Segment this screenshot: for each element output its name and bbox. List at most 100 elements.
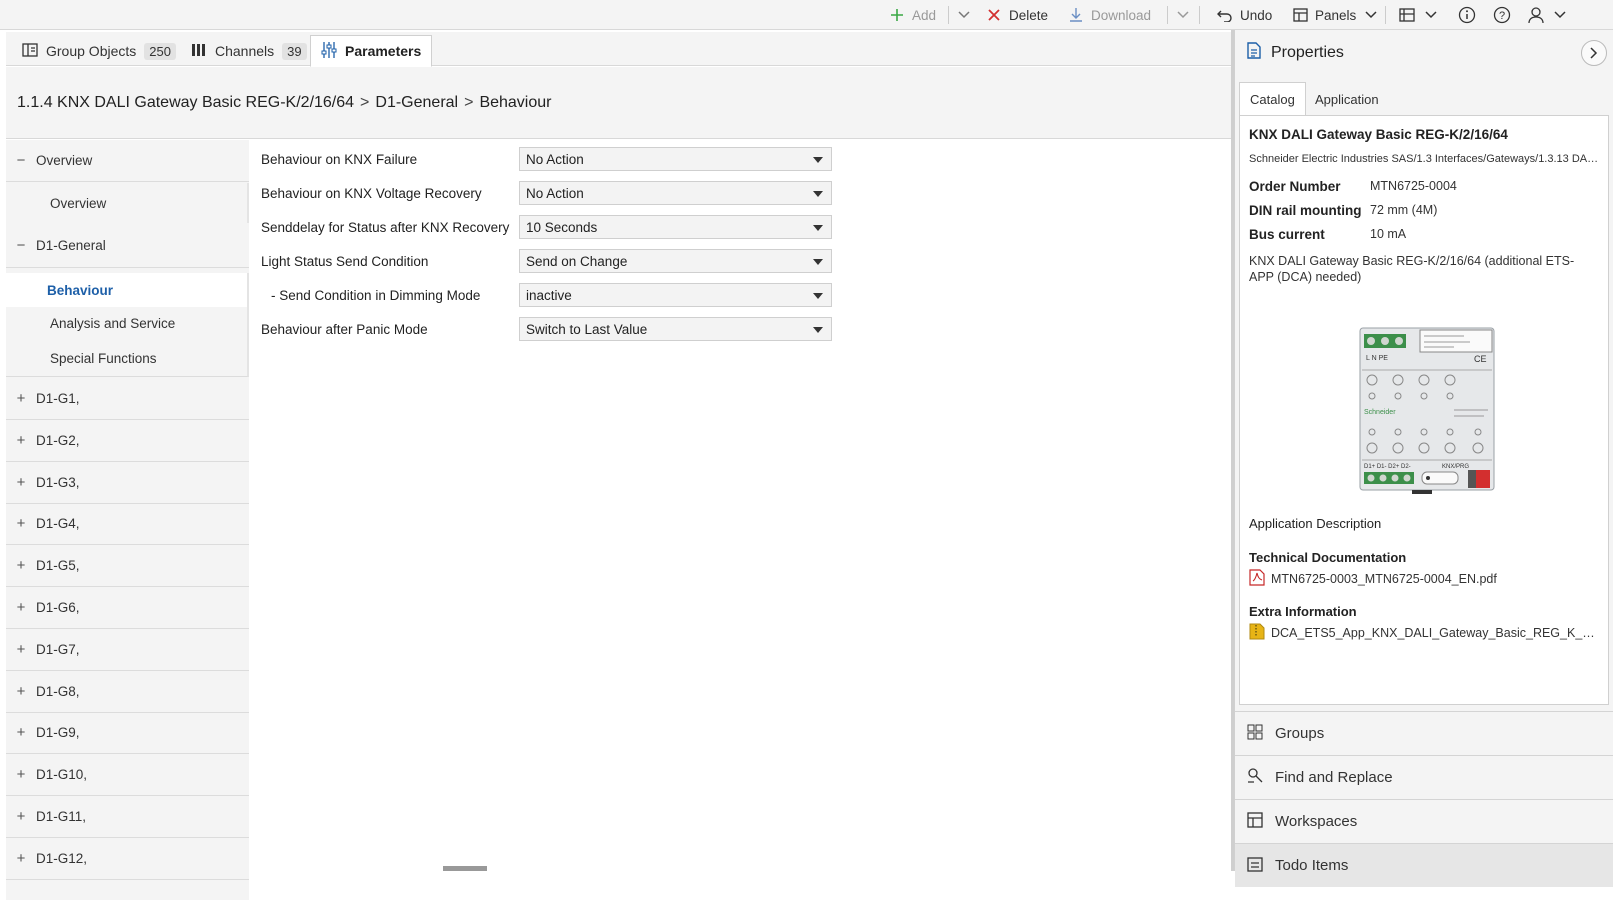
expand-icon[interactable]: + [6, 683, 36, 700]
undo-button[interactable]: Undo [1216, 0, 1272, 30]
tab-group-objects[interactable]: Group Objects 250 [12, 35, 186, 67]
help-icon: ? [1493, 6, 1511, 24]
param-value: inactive [526, 287, 572, 303]
download-dropdown-button[interactable] [1174, 0, 1192, 30]
collapse-icon[interactable]: − [6, 152, 36, 169]
expand-icon[interactable]: + [6, 850, 36, 867]
tree-group-item[interactable]: + D1-G10, [6, 754, 249, 796]
tech-doc-link[interactable]: MTN6725-0003_MTN6725-0004_EN.pdf [1249, 569, 1601, 589]
tree-group-label: D1-G1, [36, 391, 80, 406]
param-row: Senddelay for Status after KNX Recovery … [261, 212, 1161, 242]
product-image: L N PE CE Schneider D1+ D1- D2+ D2- KNX/… [1358, 326, 1496, 496]
tree-group-overview[interactable]: − Overview [6, 140, 249, 182]
panel-workspaces[interactable]: Workspaces [1235, 799, 1613, 843]
order-number-label: Order Number [1249, 179, 1341, 194]
collapse-panel-button[interactable] [1581, 40, 1607, 66]
toolbar-divider [948, 6, 949, 24]
tree-group-item[interactable]: + D1-G2, [6, 420, 249, 462]
expand-icon[interactable]: + [6, 808, 36, 825]
tree-group-label: Overview [36, 153, 93, 168]
chevron-down-icon [955, 6, 973, 24]
tree-group-d1-general[interactable]: − D1-General [6, 224, 249, 268]
info-button[interactable] [1458, 0, 1476, 30]
tree-group-item[interactable]: + D1-G3, [6, 462, 249, 504]
param-label: - Send Condition in Dimming Mode [271, 287, 481, 303]
breadcrumb-separator: > [464, 93, 474, 111]
collapse-icon[interactable]: − [6, 237, 36, 254]
panel-find-replace[interactable]: Find and Replace [1235, 755, 1613, 799]
horizontal-scrollbar[interactable] [443, 866, 487, 871]
svg-text:L N PE: L N PE [1366, 355, 1388, 362]
tech-doc-label: Technical Documentation [1249, 550, 1407, 565]
tab-channels[interactable]: Channels 39 [181, 35, 317, 67]
expand-icon[interactable]: + [6, 515, 36, 532]
tab-label: Group Objects [46, 43, 137, 59]
panel-todo-items[interactable]: Todo Items [1235, 843, 1613, 887]
param-dropdown[interactable]: No Action [519, 181, 832, 205]
tree-group-item[interactable]: + D1-G8, [6, 671, 249, 713]
tree-group-item[interactable]: + D1-G1, [6, 378, 249, 420]
tree-item-special-functions[interactable]: Special Functions [6, 340, 249, 377]
catalog-content: KNX DALI Gateway Basic REG-K/2/16/64 Sch… [1239, 115, 1609, 705]
user-button[interactable] [1527, 0, 1569, 30]
param-dropdown[interactable]: 10 Seconds [519, 215, 832, 239]
param-dropdown[interactable]: inactive [519, 283, 832, 307]
breadcrumb-section[interactable]: D1-General [375, 94, 458, 112]
add-dropdown-button[interactable] [955, 0, 973, 30]
groups-icon [1247, 724, 1263, 744]
tree-group-item[interactable]: + D1-G9, [6, 712, 249, 754]
help-button[interactable]: ? [1493, 0, 1511, 30]
expand-icon[interactable]: + [6, 474, 36, 491]
extra-info-link[interactable]: DCA_ETS5_App_KNX_DALI_Gateway_Basic_REG_… [1249, 623, 1601, 643]
order-number-value: MTN6725-0004 [1370, 179, 1457, 193]
svg-text:KNX/PRG: KNX/PRG [1442, 464, 1469, 470]
tree-group-item[interactable]: + D1-G6, [6, 587, 249, 629]
chevron-down-icon [1362, 6, 1380, 24]
panels-button[interactable]: Panels [1291, 0, 1380, 30]
svg-text:Schneider: Schneider [1364, 409, 1396, 416]
delete-button[interactable]: Delete [985, 0, 1048, 30]
tree-item-label: Analysis and Service [50, 316, 176, 331]
expand-icon[interactable]: + [6, 557, 36, 574]
param-label: Behaviour after Panic Mode [261, 321, 428, 337]
properties-header: Properties [1235, 30, 1613, 76]
tree-group-label: D1-G7, [36, 642, 80, 657]
svg-text:CE: CE [1474, 354, 1487, 364]
tree-group-item[interactable]: + D1-G4, [6, 503, 249, 545]
catalog-path: Schneider Electric Industries SAS/1.3 In… [1249, 153, 1601, 165]
expand-icon[interactable]: + [6, 766, 36, 783]
tree-group-item[interactable]: + D1-G12, [6, 838, 249, 880]
expand-icon[interactable]: + [6, 641, 36, 658]
dropdown-arrow-icon [813, 225, 823, 231]
expand-icon[interactable]: + [6, 432, 36, 449]
expand-icon[interactable]: + [6, 724, 36, 741]
tab-label: Catalog [1250, 91, 1295, 107]
group-objects-icon [22, 42, 38, 61]
tree-item-analysis-service[interactable]: Analysis and Service [6, 307, 249, 340]
param-dropdown[interactable]: Switch to Last Value [519, 317, 832, 341]
panel-groups[interactable]: Groups [1235, 711, 1613, 755]
tab-catalog[interactable]: Catalog [1239, 82, 1306, 116]
undo-label: Undo [1240, 7, 1273, 23]
tab-parameters[interactable]: Parameters [310, 35, 433, 67]
tab-application[interactable]: Application [1305, 82, 1389, 116]
param-row: Light Status Send Condition Send on Chan… [261, 246, 1161, 276]
tree-group-item[interactable]: + D1-G11, [6, 796, 249, 838]
tree-item-overview[interactable]: Overview [6, 183, 249, 223]
param-dropdown[interactable]: No Action [519, 147, 832, 171]
add-button[interactable]: Add [888, 0, 936, 30]
breadcrumb-device[interactable]: 1.1.4 KNX DALI Gateway Basic REG-K/2/16/… [17, 94, 354, 112]
main-toolbar: Add Delete Download Undo Panels ? [0, 0, 1613, 30]
param-dropdown[interactable]: Send on Change [519, 249, 832, 273]
download-button[interactable]: Download [1067, 0, 1151, 30]
expand-icon[interactable]: + [6, 390, 36, 407]
tree-group-item[interactable]: + D1-G7, [6, 629, 249, 671]
tree-group-item[interactable]: + D1-G5, [6, 545, 249, 587]
expand-icon[interactable]: + [6, 599, 36, 616]
workspace-button[interactable] [1398, 0, 1440, 30]
tree-item-behaviour[interactable]: Behaviour [6, 273, 249, 307]
download-icon [1067, 6, 1085, 24]
tree-item-label: Overview [50, 195, 107, 211]
din-rail-value: 72 mm (4M) [1370, 203, 1438, 217]
tree-item-label: Behaviour [47, 282, 114, 298]
